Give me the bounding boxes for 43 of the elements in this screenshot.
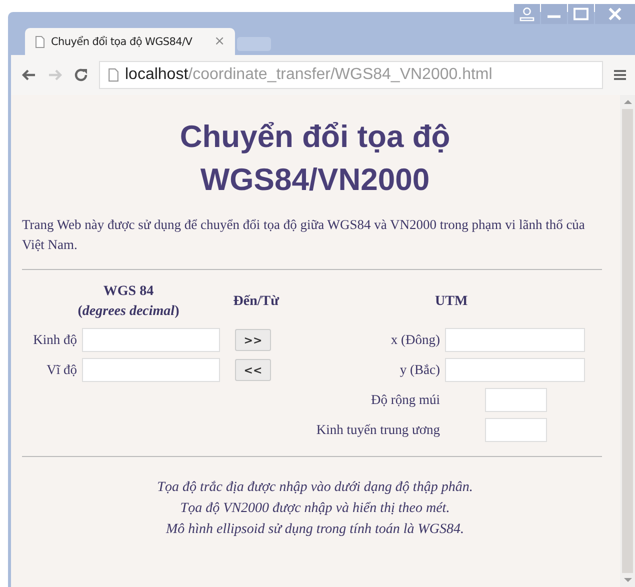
note-text: Tọa độ VN2000 được nhập và hiển thị theo mét. [179,500,451,518]
column-heading: WGS 84 [103,283,154,301]
page-icon [35,36,45,48]
scroll-down-icon[interactable] [624,577,632,583]
reload-icon[interactable] [73,67,89,83]
browser-tab[interactable]: Chuyển đổi tọa độ WGS84/V × [25,28,235,55]
convert-button[interactable]: << [235,359,271,381]
input-field[interactable] [485,388,547,412]
maximize-icon[interactable] [568,4,594,24]
column-heading: UTM [435,294,469,311]
input-field[interactable] [82,358,220,382]
url-host: localhost [125,66,188,83]
column-heading: Đến/Từ [233,294,279,311]
convert-button[interactable]: >> [235,329,271,351]
input-field[interactable] [445,328,585,352]
scrollbar[interactable] [620,95,635,587]
user-icon[interactable] [514,4,540,24]
minimize-icon[interactable] [541,4,567,24]
forward-icon[interactable] [47,67,63,83]
input-field[interactable] [82,328,220,352]
address-bar[interactable]: localhost/coordinate_transfer/WGS84_VN2000.html [99,61,603,89]
column-unit: (degrees decimal) [78,303,180,321]
page-icon [108,68,119,82]
page-title: Chuyển đổi tọa độ [180,118,450,156]
note-text: Mô hình ellipsoid sử dụng trong tính toán là WGS84. [164,521,465,539]
field-label: Kinh tuyến trung ương [315,422,441,438]
intro-paragraph: Trang Web này được sử dụng để chuyển đổi tọa độ giữa WGS84 và VN2000 trong phạm vi lãnh thổ của Việt Nam. [22,216,586,254]
note-text: Tọa độ trắc địa được nhập vào dưới dạng độ thập phân. [156,479,474,497]
field-label: y (Bắc) [398,362,441,378]
back-icon[interactable] [21,67,37,83]
scroll-up-icon[interactable] [624,99,632,105]
input-field[interactable] [485,418,547,442]
field-label: x (Đông) [390,332,441,348]
field-label: Vĩ độ [46,362,78,378]
url-path: /coordinate_transfer/WGS84_VN2000.html [188,66,492,83]
close-icon[interactable] [595,4,635,24]
scroll-thumb[interactable] [622,109,633,573]
tab-title: Chuyển đổi tọa độ WGS84/V [51,36,194,48]
field-label: Kinh độ [32,332,78,348]
input-field[interactable] [445,358,585,382]
menu-icon[interactable] [613,68,627,82]
field-label: Độ rộng múi [370,392,441,408]
page-title: WGS84/VN2000 [200,161,430,199]
